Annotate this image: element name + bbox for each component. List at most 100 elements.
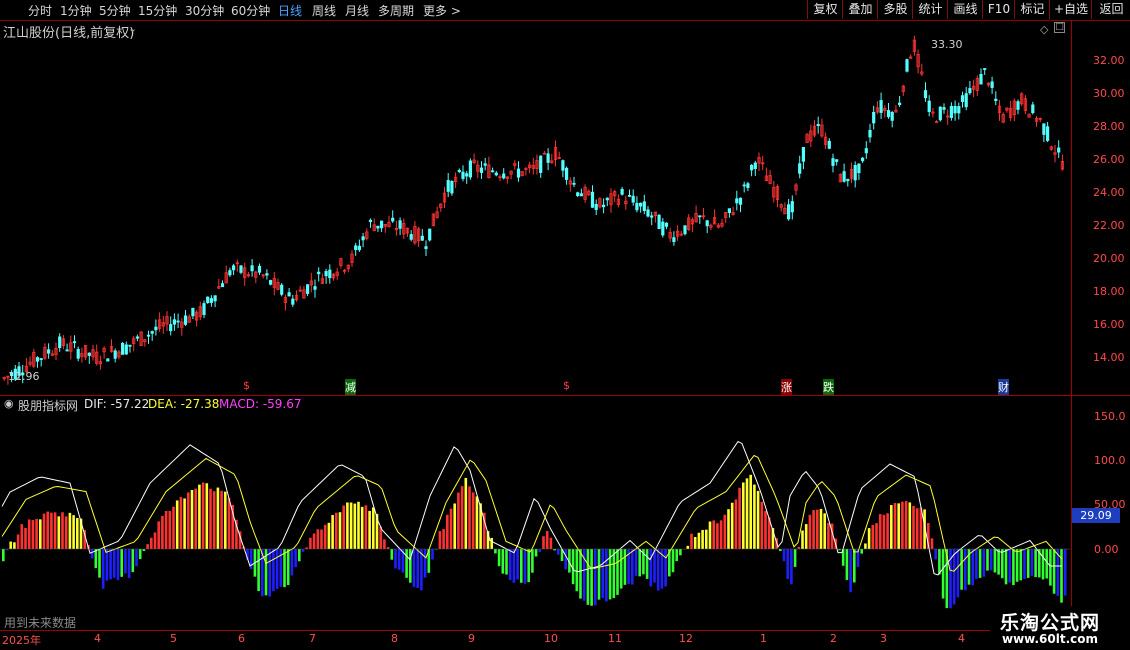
candle-body	[483, 163, 487, 166]
candle-body	[579, 193, 584, 197]
period-multi[interactable]: 多周期	[378, 2, 414, 19]
macd-bar	[508, 549, 512, 581]
event-mark[interactable]: 跌	[823, 379, 834, 395]
indicator-tick: 100.0	[1094, 454, 1126, 467]
candle-body	[827, 140, 831, 149]
candle-body	[642, 201, 646, 211]
macd-bar	[1015, 549, 1019, 582]
macd-bar	[372, 507, 375, 549]
statistics-button[interactable]: 统计	[912, 0, 948, 19]
candle-body	[76, 348, 80, 359]
macd-bar	[164, 510, 168, 549]
candle-body	[798, 163, 802, 174]
period-monthly[interactable]: 月线	[345, 2, 369, 19]
price-tick: 22.00	[1093, 219, 1125, 232]
candle-body	[868, 129, 872, 138]
f10-button[interactable]: F10	[982, 0, 1015, 19]
period-daily[interactable]: 日线	[278, 2, 302, 19]
candle-body	[172, 319, 176, 325]
candle-body	[354, 245, 358, 250]
candle-body	[627, 194, 632, 197]
period-30min[interactable]: 30分钟	[185, 2, 224, 19]
candle-body	[879, 100, 883, 113]
macd-bar	[993, 549, 997, 573]
macd-bar	[557, 549, 560, 555]
event-mark[interactable]: $	[243, 379, 250, 392]
candle-body	[268, 280, 273, 285]
candle-body	[202, 303, 206, 315]
period-5min[interactable]: 5分钟	[99, 2, 131, 19]
restore-rights-button[interactable]: 复权	[807, 0, 843, 19]
macd-bar	[449, 508, 453, 549]
event-mark[interactable]: $	[563, 379, 570, 392]
draw-line-button[interactable]: 画线	[947, 0, 983, 19]
macd-bar	[542, 536, 545, 549]
macd-bar	[153, 532, 157, 549]
candle-body	[490, 170, 495, 173]
event-mark[interactable]: 减	[345, 379, 356, 395]
macd-bar	[124, 549, 127, 574]
period-toolbar: 分时 1分钟 5分钟 15分钟 30分钟 60分钟 日线 周线 月线 多周期 更…	[0, 0, 1130, 21]
macd-bar	[986, 549, 989, 571]
candle-body	[65, 349, 69, 352]
macd-bar	[312, 533, 316, 549]
macd-bar	[764, 510, 767, 549]
macd-bar	[712, 520, 715, 549]
back-button[interactable]: 返回	[1091, 0, 1130, 19]
macd-bar	[338, 512, 342, 549]
candle-body	[831, 158, 835, 166]
macd-bar	[956, 549, 960, 598]
period-fenshi[interactable]: 分时	[28, 2, 52, 19]
candle-body	[968, 88, 972, 94]
macd-bar	[490, 537, 493, 549]
period-weekly[interactable]: 周线	[312, 2, 336, 19]
x-tick: 2	[830, 632, 837, 645]
macd-indicator-chart[interactable]	[0, 410, 1071, 628]
macd-bar	[823, 513, 826, 549]
mark-button[interactable]: 标记	[1014, 0, 1050, 19]
overlay-button[interactable]: 叠加	[842, 0, 878, 19]
macd-bar	[405, 549, 408, 578]
macd-bar	[309, 537, 312, 549]
macd-bar	[564, 549, 567, 570]
add-watchlist-button[interactable]: +自选	[1049, 0, 1092, 19]
period-60min[interactable]: 60分钟	[231, 2, 270, 19]
macd-bar	[227, 497, 231, 549]
macd-bar	[719, 520, 723, 549]
macd-bar	[516, 549, 519, 580]
period-15min[interactable]: 15分钟	[138, 2, 177, 19]
expand-icon[interactable]: □	[1054, 22, 1065, 33]
x-tick: 12	[679, 632, 693, 645]
candle-body	[213, 295, 217, 302]
candle-body	[72, 341, 77, 344]
macd-bar	[438, 531, 442, 549]
candle-body	[183, 315, 188, 325]
indicator-menu-icon[interactable]: ◉	[4, 397, 14, 410]
candle-body	[787, 204, 791, 220]
candle-body	[428, 228, 432, 241]
candle-body	[979, 74, 983, 85]
macd-bar	[64, 516, 68, 549]
candle-body	[672, 237, 676, 243]
multi-stock-button[interactable]: 多股	[877, 0, 913, 19]
macd-bar	[801, 530, 804, 549]
candle-body	[305, 284, 310, 294]
event-mark[interactable]: 财	[998, 379, 1009, 395]
macd-bar	[634, 549, 638, 576]
macd-bar	[205, 483, 209, 549]
macd-bar	[890, 505, 893, 549]
macd-bar	[431, 549, 434, 560]
event-mark[interactable]: 涨	[781, 379, 792, 395]
macd-bar	[941, 549, 945, 599]
candle-body	[949, 105, 954, 118]
candle-body	[257, 265, 262, 273]
period-more[interactable]: 更多 >	[423, 2, 461, 19]
macd-bar	[701, 529, 704, 549]
candle-body	[39, 358, 43, 360]
candlestick-chart[interactable]	[0, 34, 1071, 394]
period-1min[interactable]: 1分钟	[60, 2, 92, 19]
candle-body	[927, 100, 931, 112]
macd-bar	[756, 490, 760, 549]
macd-bar	[853, 549, 856, 583]
macd-bar	[523, 549, 527, 584]
